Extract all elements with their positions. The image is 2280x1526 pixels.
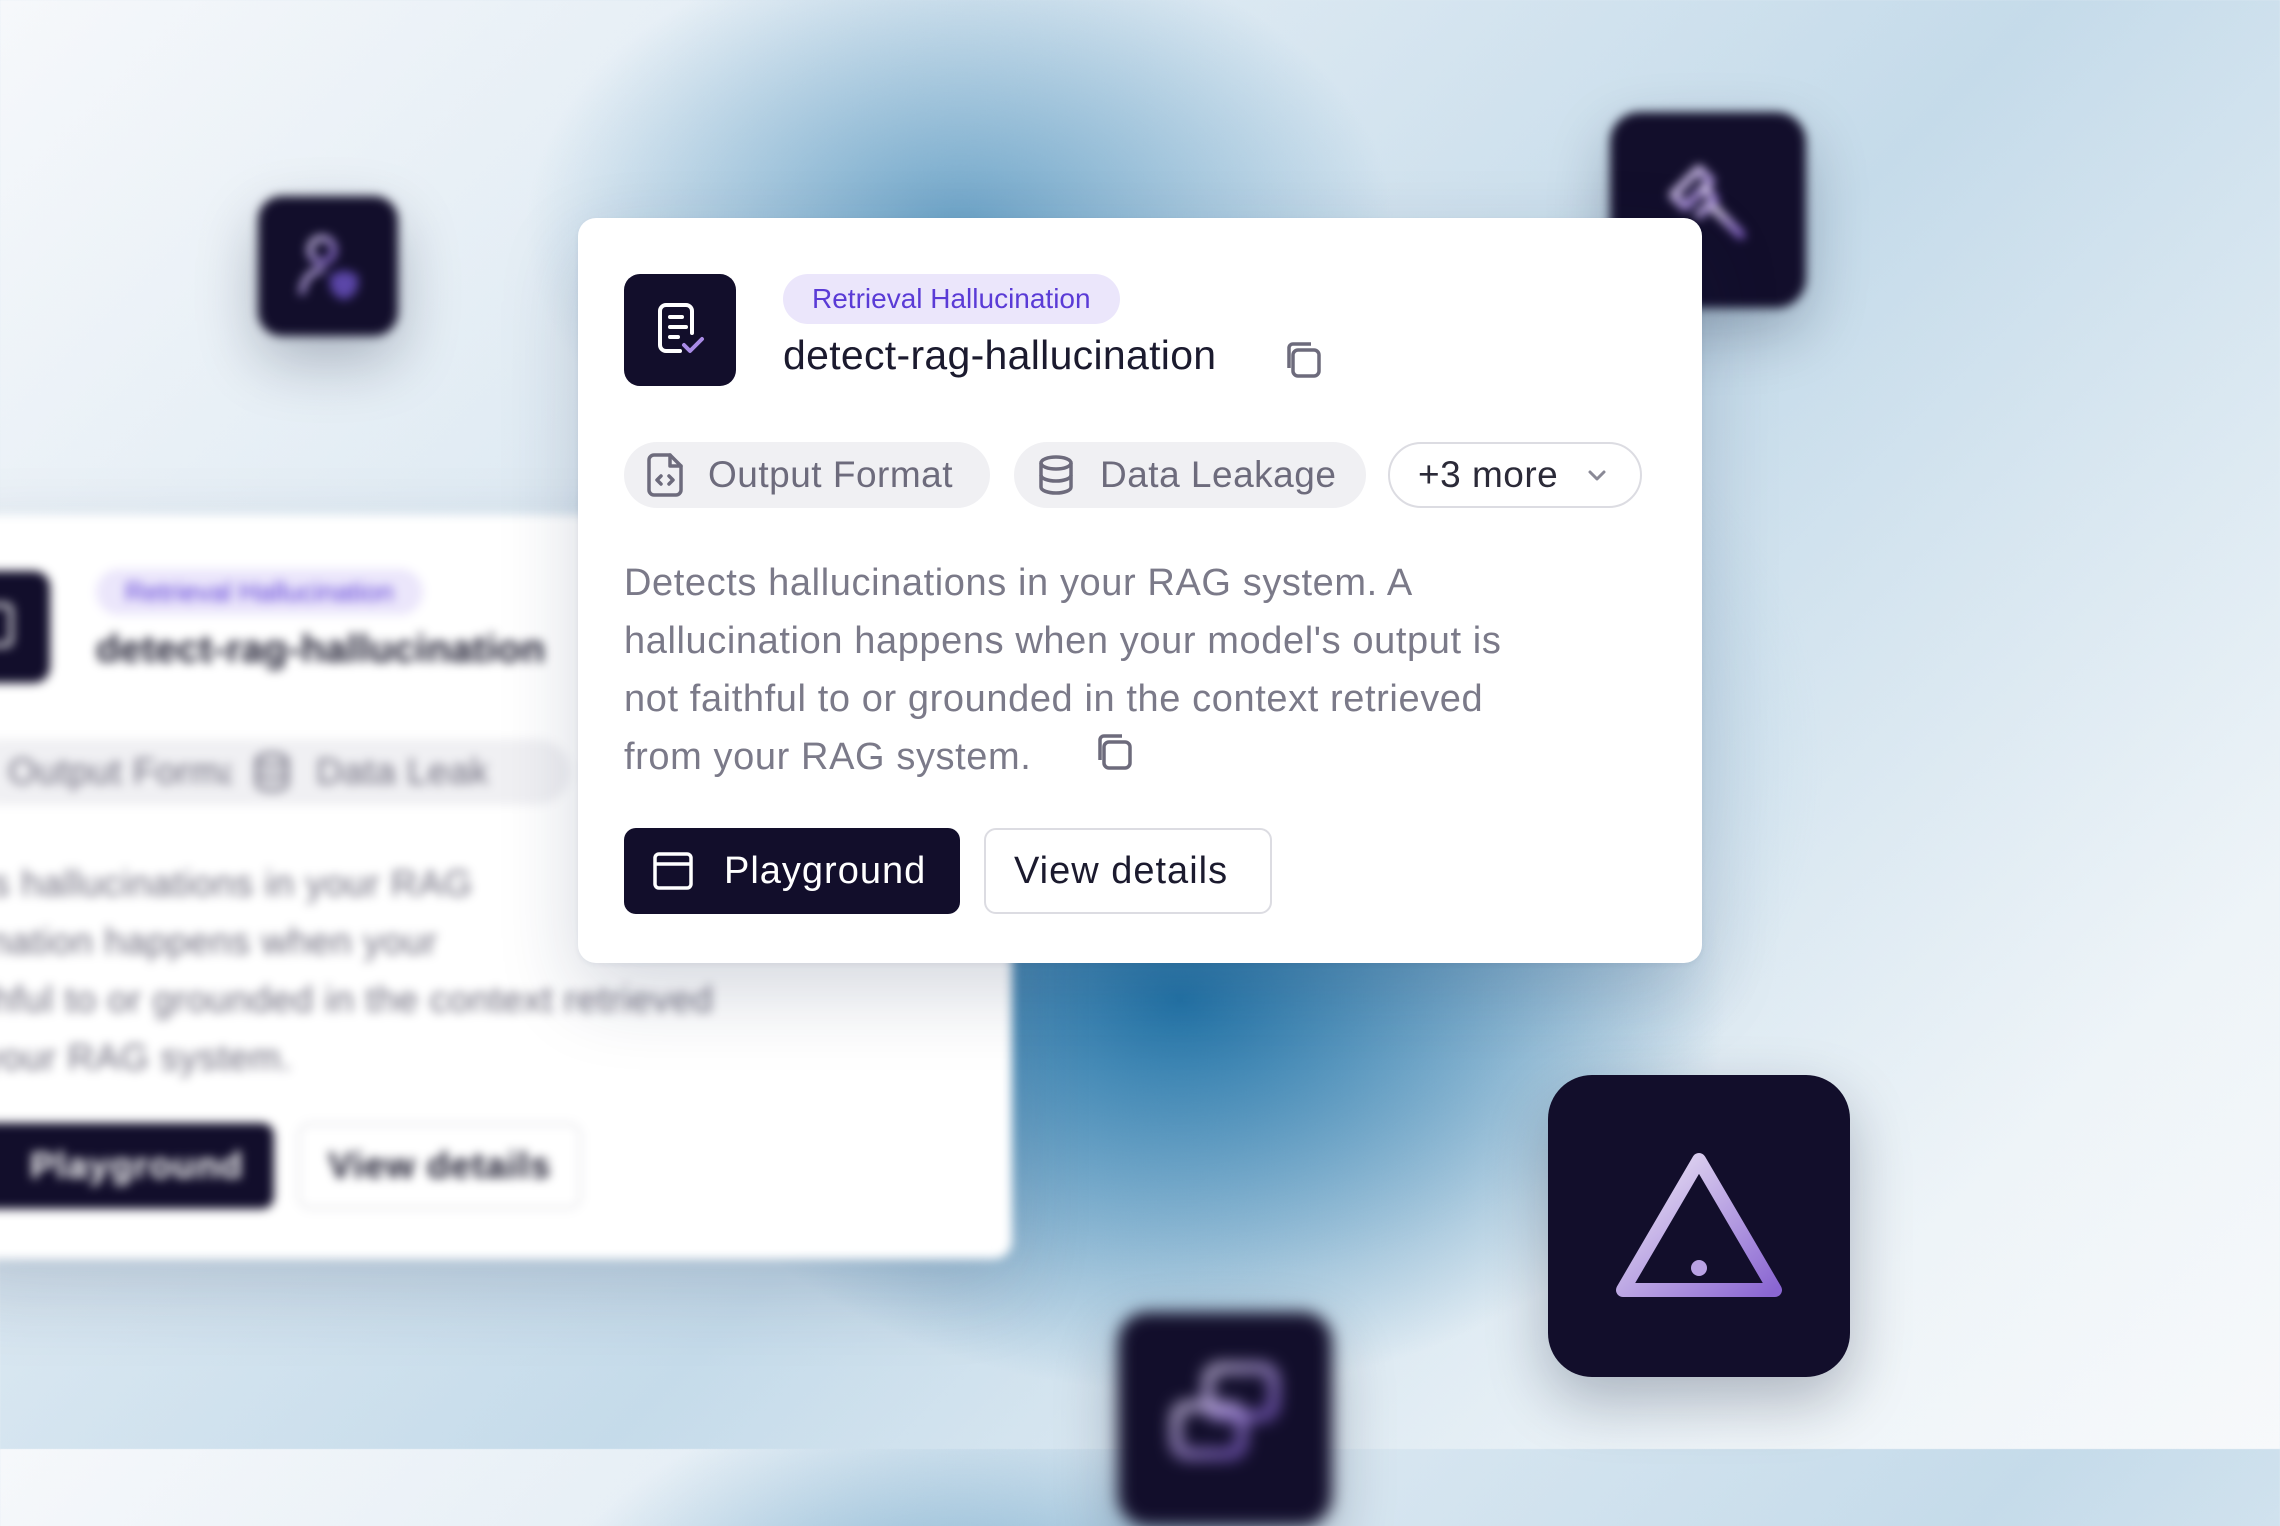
view-details-button[interactable]: View details <box>984 828 1272 914</box>
copy-description-button[interactable] <box>1092 730 1136 774</box>
background-description-line: m your RAG system. <box>0 1037 293 1078</box>
background-tag-label: Output Format <box>8 751 254 792</box>
background-view-details-label: View details <box>328 1145 552 1186</box>
tag-output-format-label: Output Format <box>708 454 954 495</box>
card-icon-tile <box>624 274 736 386</box>
chevron-down-icon <box>1588 470 1606 481</box>
description-line: hallucination happens when your model's … <box>624 620 1502 662</box>
view-details-label: View details <box>1014 849 1229 892</box>
more-tags-dropdown[interactable]: +3 more <box>1388 442 1642 508</box>
file-code-icon <box>647 453 683 497</box>
tag-data-leakage-label: Data Leakage <box>1100 454 1337 495</box>
background-playground-button: Playground <box>0 1123 274 1209</box>
user-shield-icon <box>299 235 358 300</box>
background-tag-label: Data Leak <box>316 751 490 792</box>
document-check-icon <box>0 603 13 647</box>
background-model-name: detect-rag-hallucination <box>96 628 546 671</box>
background-tag-data-leakage: Data Leak <box>230 739 570 805</box>
description-line: Detects hallucinations in your RAG syste… <box>624 562 1413 604</box>
model-name: detect-rag-hallucination <box>783 332 1217 378</box>
category-badge: Retrieval Hallucination <box>783 274 1120 324</box>
description-line: from your RAG system. <box>624 736 1032 778</box>
playground-button[interactable]: Playground <box>624 828 960 914</box>
chat-bubbles-tile <box>1118 1312 1332 1526</box>
warning-tile <box>1548 1075 1850 1377</box>
background-playground-label: Playground <box>30 1145 244 1186</box>
description: Detects hallucinations in your RAG syste… <box>624 554 1501 786</box>
copy-icon <box>1287 342 1321 378</box>
playground-label: Playground <box>724 849 927 892</box>
model-card: Retrieval Hallucination detect-rag-hallu… <box>578 218 1702 963</box>
user-shield-tile <box>258 196 398 336</box>
description-line: not faithful to or grounded in the conte… <box>624 678 1484 720</box>
background-view-details-button: View details <box>298 1123 582 1209</box>
database-icon <box>1039 455 1073 495</box>
document-check-icon <box>658 303 704 353</box>
warning-triangle-icon <box>1616 1153 1782 1297</box>
tag-data-leakage[interactable]: Data Leakage <box>1014 442 1366 508</box>
background-card-icon <box>0 571 50 683</box>
database-icon <box>255 752 289 792</box>
browser-window-icon <box>653 852 693 890</box>
copy-name-button[interactable] <box>1281 338 1325 382</box>
more-tags-label: +3 more <box>1418 454 1559 495</box>
background-category-badge: Retrieval Hallucination <box>96 569 423 615</box>
background-description-line: faithful to or grounded in the context r… <box>0 979 714 1020</box>
chat-bubbles-icon <box>1171 1363 1279 1459</box>
copy-icon <box>1098 734 1132 770</box>
tag-output-format[interactable]: Output Format <box>624 442 990 508</box>
